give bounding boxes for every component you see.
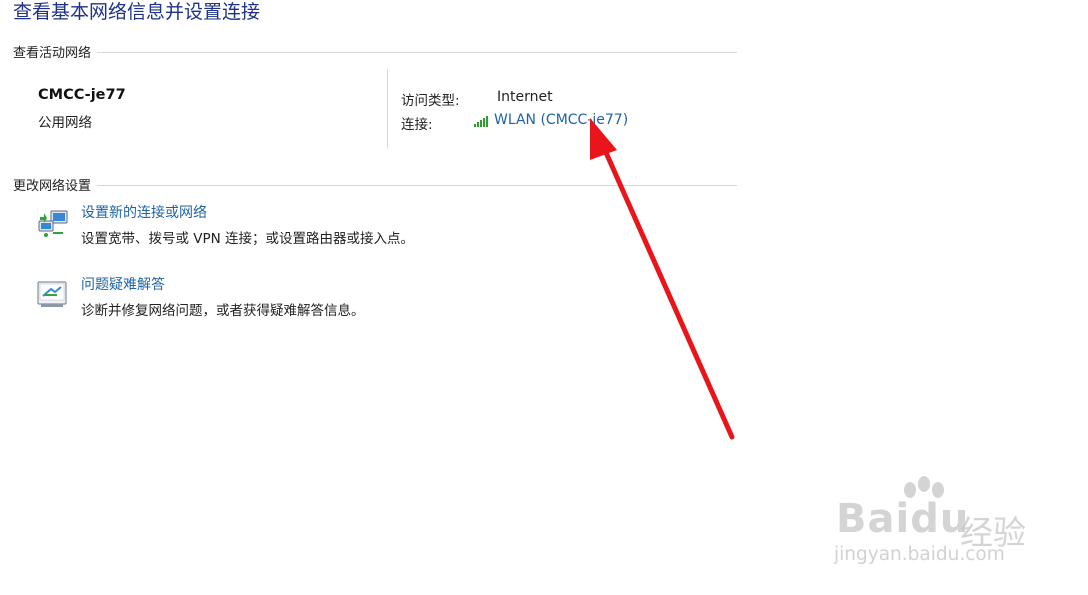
baidu-jingyan-watermark: Baidu 经验 jingyan.baidu.com [832,476,1042,576]
vertical-divider [387,69,388,149]
connection-label: 连接: [401,117,433,133]
section-divider [97,52,737,53]
setup-connection-link[interactable]: 设置新的连接或网络 [81,202,207,222]
setup-connection-description: 设置宽带、拨号或 VPN 连接；或设置路由器或接入点。 [81,231,415,247]
page-title: 查看基本网络信息并设置连接 [13,1,261,23]
watermark-brand: Baidu [836,496,970,542]
section-divider [97,185,737,186]
wifi-signal-icon [474,113,488,127]
network-name: CMCC-je77 [38,87,126,103]
troubleshoot-description: 诊断并修复网络问题，或者获得疑难解答信息。 [81,303,365,319]
active-networks-header: 查看活动网络 [13,42,737,61]
connection-link[interactable]: WLAN (CMCC-je77) [474,112,628,128]
connection-link-label: WLAN (CMCC-je77) [494,112,629,128]
change-settings-header: 更改网络设置 [13,175,737,194]
troubleshoot-link[interactable]: 问题疑难解答 [81,274,165,294]
watermark-url: jingyan.baidu.com [834,544,1005,565]
access-type-value: Internet [497,89,553,105]
change-settings-label: 更改网络设置 [13,178,92,194]
network-category-link[interactable]: 公用网络 [38,111,92,131]
access-type-label: 访问类型: [401,93,460,109]
troubleshoot-icon [37,281,67,307]
new-connection-icon [38,210,68,237]
active-networks-label: 查看活动网络 [13,45,92,61]
